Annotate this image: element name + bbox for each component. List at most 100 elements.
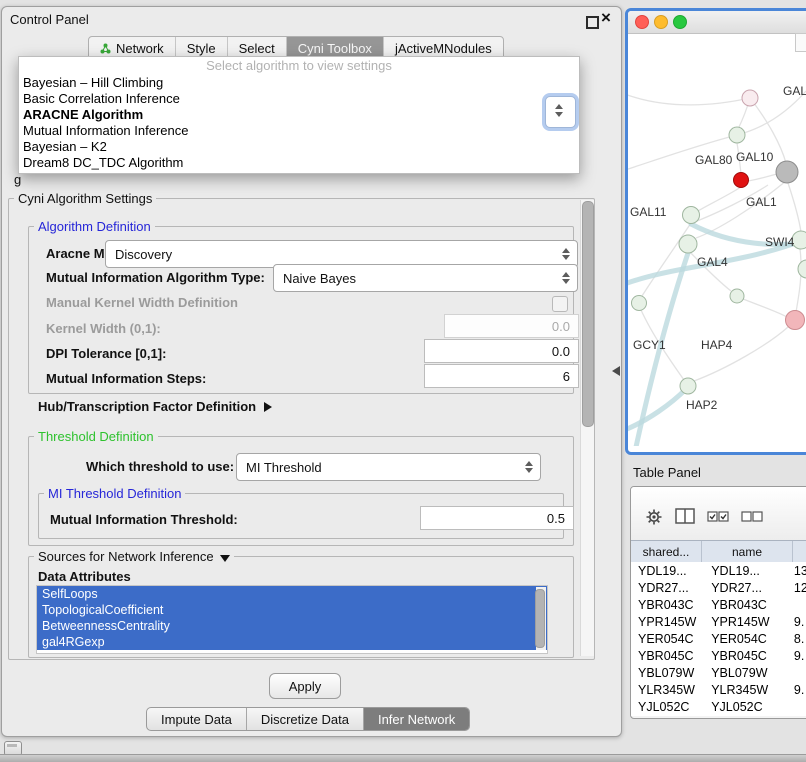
- cell[interactable]: YDL19...: [631, 564, 705, 578]
- field-value: 0.0: [552, 344, 570, 359]
- table-row[interactable]: YDL19...YDL19...13: [631, 562, 806, 579]
- table-row[interactable]: YBR045CYBR045C9.: [631, 647, 806, 664]
- dropdown-option[interactable]: Basic Correlation Inference: [19, 91, 579, 107]
- node-gal80[interactable]: [729, 127, 745, 143]
- column-header-name[interactable]: name: [702, 541, 793, 562]
- network-edge[interactable]: [696, 181, 786, 238]
- cell[interactable]: YJL052C: [631, 700, 705, 714]
- cell[interactable]: 9.: [792, 649, 806, 663]
- close-icon[interactable]: ×: [601, 9, 611, 27]
- node-hap2[interactable]: [680, 378, 696, 394]
- table-row[interactable]: YPR145WYPR145W9.: [631, 613, 806, 630]
- hub-definition-expander[interactable]: Hub/Transcription Factor Definition: [38, 399, 272, 414]
- list-item-selected[interactable]: TopologicalCoefficient: [37, 602, 547, 618]
- table-panel-title: Table Panel: [633, 465, 701, 480]
- network-node[interactable]: [786, 311, 805, 330]
- list-item-selected[interactable]: gal4RGexp: [37, 634, 547, 650]
- kernel-width-field[interactable]: 0.0: [444, 314, 579, 338]
- table-row[interactable]: YJL052CYJL052C: [631, 698, 806, 715]
- network-view-window[interactable]: GAL8 GAL80 GAL10 GAL1 GAL11 SWI4 GAL4 GC…: [625, 8, 806, 455]
- cell[interactable]: YBR045C: [705, 649, 792, 663]
- apply-button[interactable]: Apply: [269, 673, 341, 699]
- column-header-shared-name[interactable]: shared...: [631, 541, 702, 562]
- cell[interactable]: YBR045C: [631, 649, 705, 663]
- network-edge[interactable]: [788, 183, 801, 232]
- tab-infer-network[interactable]: Infer Network: [364, 708, 469, 730]
- columns-icon[interactable]: [675, 508, 695, 524]
- network-edge[interactable]: [748, 174, 777, 181]
- cell[interactable]: YDR27...: [631, 581, 705, 595]
- network-node[interactable]: [742, 90, 758, 106]
- dropdown-option[interactable]: Bayesian – K2: [19, 139, 579, 155]
- cell[interactable]: YJL052C: [705, 700, 792, 714]
- list-scrollbar[interactable]: [536, 587, 546, 650]
- cell[interactable]: YDR27...: [705, 581, 792, 595]
- table-row[interactable]: YER054CYER054C8.: [631, 630, 806, 647]
- checked-boxes-icon[interactable]: [707, 511, 729, 523]
- node-gcy1[interactable]: [632, 296, 647, 311]
- node-gal10[interactable]: [734, 173, 749, 188]
- mi-steps-field[interactable]: 6: [424, 364, 579, 388]
- table-row[interactable]: YBR043CYBR043C: [631, 596, 806, 613]
- sources-expander[interactable]: Sources for Network Inference: [34, 549, 234, 564]
- network-edge[interactable]: [743, 299, 787, 317]
- network-edge[interactable]: [698, 187, 741, 211]
- list-item-selected[interactable]: SelfLoops: [37, 586, 547, 602]
- dropdown-option[interactable]: Dream8 DC_TDC Algorithm: [19, 155, 579, 171]
- node-label-hap4: HAP4: [701, 338, 733, 352]
- list-item-selected[interactable]: BetweennessCentrality: [37, 618, 547, 634]
- network-edge-thick[interactable]: [628, 389, 686, 431]
- tab-discretize-data[interactable]: Discretize Data: [247, 708, 364, 730]
- network-edge[interactable]: [796, 249, 801, 312]
- node-gal1[interactable]: [776, 161, 798, 183]
- which-threshold-select[interactable]: MI Threshold: [236, 453, 541, 481]
- unchecked-boxes-icon[interactable]: [741, 511, 763, 523]
- dpi-tolerance-field[interactable]: 0.0: [424, 339, 579, 363]
- panel-collapse-arrow-icon[interactable]: [612, 366, 620, 376]
- mi-threshold-field[interactable]: 0.5: [420, 506, 574, 530]
- algorithm-combobox[interactable]: [545, 96, 576, 128]
- tab-label: Select: [239, 41, 275, 56]
- network-canvas[interactable]: GAL8 GAL80 GAL10 GAL1 GAL11 SWI4 GAL4 GC…: [628, 33, 806, 446]
- scrollbar-thumb[interactable]: [582, 201, 594, 427]
- cell[interactable]: YLR345W: [631, 683, 705, 697]
- dropdown-option[interactable]: Mutual Information Inference: [19, 123, 579, 139]
- cell[interactable]: YBL079W: [631, 666, 705, 680]
- gear-icon[interactable]: [645, 508, 663, 526]
- tab-impute-data[interactable]: Impute Data: [147, 708, 247, 730]
- cell[interactable]: YER054C: [631, 632, 705, 646]
- node-gal11[interactable]: [683, 207, 700, 224]
- cell[interactable]: YPR145W: [705, 615, 792, 629]
- mi-algorithm-type-select[interactable]: Naive Bayes: [273, 264, 578, 292]
- table-row[interactable]: YDR27...YDR27...12: [631, 579, 806, 596]
- network-edge[interactable]: [694, 327, 788, 381]
- network-edge[interactable]: [628, 93, 750, 105]
- close-traffic-light-icon[interactable]: [635, 15, 649, 29]
- dropdown-option-highlighted[interactable]: ARACNE Algorithm: [19, 107, 579, 123]
- manual-kernel-checkbox[interactable]: [552, 296, 568, 312]
- cell[interactable]: 9.: [792, 683, 806, 697]
- cell[interactable]: 9.: [792, 615, 806, 629]
- column-header-clipped[interactable]: [793, 541, 806, 562]
- network-node[interactable]: [798, 260, 806, 278]
- cell[interactable]: 13: [792, 564, 806, 578]
- node-gal4[interactable]: [679, 235, 697, 253]
- cell[interactable]: YBR043C: [631, 598, 705, 612]
- table-row[interactable]: YLR345WYLR345W9.: [631, 681, 806, 698]
- cell[interactable]: YBR043C: [705, 598, 792, 612]
- cell[interactable]: YLR345W: [705, 683, 792, 697]
- cell[interactable]: YBL079W: [705, 666, 792, 680]
- zoom-traffic-light-icon[interactable]: [673, 15, 687, 29]
- cell[interactable]: YER054C: [705, 632, 792, 646]
- data-attributes-list[interactable]: SelfLoops TopologicalCoefficient Between…: [36, 585, 548, 654]
- cell[interactable]: YPR145W: [631, 615, 705, 629]
- table-row[interactable]: YBL079WYBL079W: [631, 664, 806, 681]
- network-node[interactable]: [730, 289, 744, 303]
- minimize-traffic-light-icon[interactable]: [654, 15, 668, 29]
- scrollbar-thumb[interactable]: [535, 589, 545, 648]
- cell[interactable]: 8.: [792, 632, 806, 646]
- minimize-icon[interactable]: [586, 16, 599, 29]
- cell[interactable]: 12: [792, 581, 806, 595]
- cell[interactable]: YDL19...: [705, 564, 792, 578]
- dropdown-option[interactable]: Bayesian – Hill Climbing: [19, 75, 579, 91]
